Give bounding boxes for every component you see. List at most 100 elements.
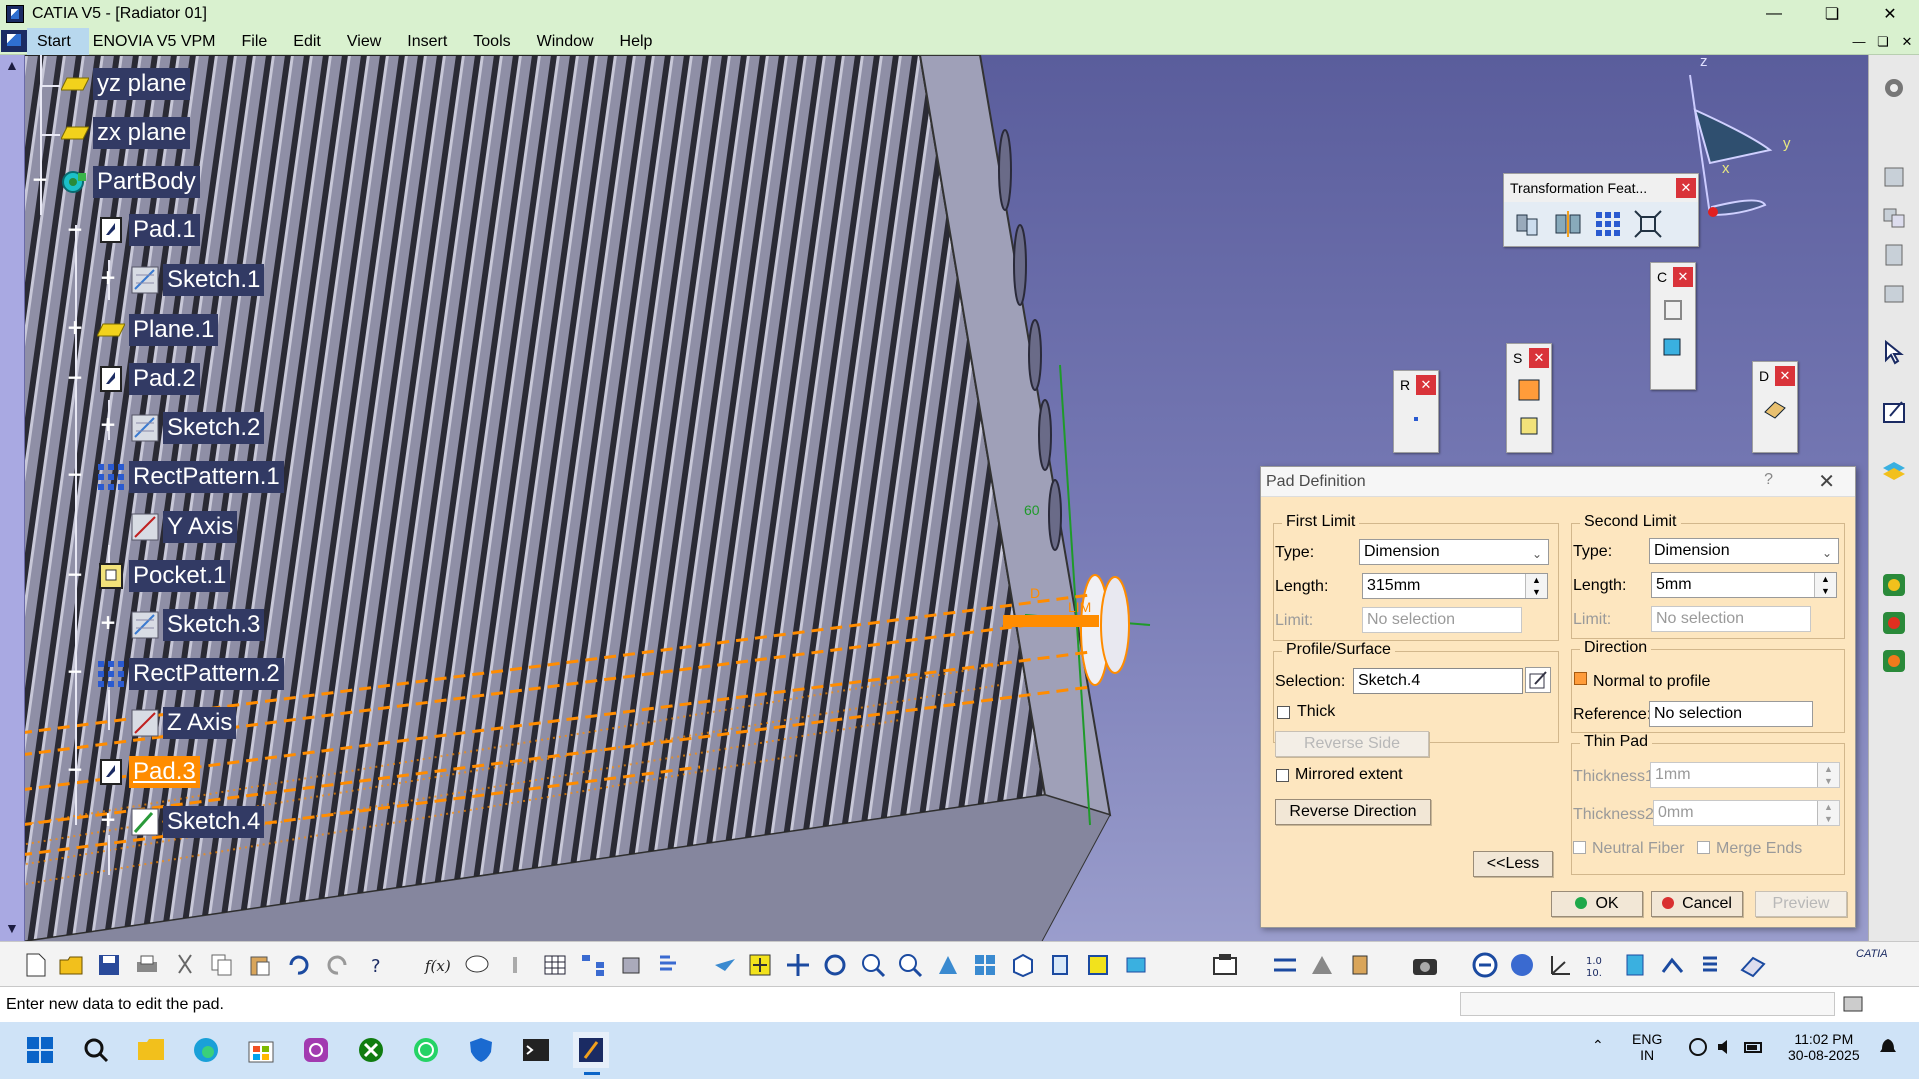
normal-to-profile-checkbox[interactable]	[1574, 672, 1587, 685]
second-type-select[interactable]: Dimension ⌄	[1649, 538, 1839, 564]
expand-sketch1-icon[interactable]: +	[99, 267, 117, 287]
close-icon[interactable]: ✕	[1775, 366, 1795, 386]
tree-item-sketch1[interactable]: Sketch.1	[130, 263, 265, 297]
windows-start-icon[interactable]	[22, 1032, 58, 1068]
doc-minimize-icon[interactable]: —	[1847, 34, 1871, 49]
sketch-edit-icon[interactable]	[1877, 395, 1911, 429]
table-icon[interactable]	[540, 950, 570, 980]
scroll-down-icon[interactable]: ▼	[5, 920, 19, 936]
multi-view-icon[interactable]	[970, 950, 1000, 980]
minimize-icon[interactable]: —	[1745, 0, 1803, 28]
copy-icon[interactable]	[207, 950, 237, 980]
pocket-tool-icon[interactable]	[1877, 606, 1911, 640]
mail-icon[interactable]	[298, 1032, 334, 1068]
cut-icon[interactable]	[170, 950, 200, 980]
tree-item-rectpattern1[interactable]: RectPattern.1	[96, 460, 284, 494]
pad-definition-dialog[interactable]: Pad Definition ? ✕ First Limit Type: Dim…	[1260, 466, 1856, 928]
reverse-side-button[interactable]: Reverse Side	[1275, 731, 1429, 757]
normal-view-icon[interactable]	[933, 950, 963, 980]
mirror-icon[interactable]	[1550, 206, 1586, 242]
sketch-based-pad-icon[interactable]	[1511, 372, 1547, 408]
restore-icon[interactable]: ❏	[1803, 0, 1861, 28]
close-icon[interactable]: ✕	[1529, 348, 1549, 368]
edge-icon[interactable]	[188, 1032, 224, 1068]
terminal-icon[interactable]	[518, 1032, 554, 1068]
menu-window[interactable]: Window	[524, 28, 607, 55]
formula-icon[interactable]: f(x)	[424, 950, 454, 980]
clock[interactable]: 11:02 PM 30-08-2025	[1788, 1031, 1860, 1063]
catalog-icon[interactable]	[1877, 276, 1911, 310]
part-design-icon[interactable]	[1877, 160, 1911, 194]
collapse-rectpattern1-icon[interactable]: −	[66, 464, 84, 484]
number-icon[interactable]: 1.0 10.	[1583, 950, 1613, 980]
collapse-pocket1-icon[interactable]: −	[66, 564, 84, 584]
second-limit-field[interactable]: No selection	[1651, 606, 1811, 632]
camera-icon[interactable]	[1410, 950, 1440, 980]
expand-plane1-icon[interactable]: +	[66, 317, 84, 337]
update-icon[interactable]	[1470, 950, 1500, 980]
tree-item-partbody[interactable]: PartBody	[60, 165, 200, 199]
volume-icon[interactable]	[1715, 1037, 1735, 1060]
reference-field[interactable]: No selection	[1649, 701, 1813, 727]
search-icon[interactable]	[78, 1032, 114, 1068]
menu-tools[interactable]: Tools	[460, 28, 523, 55]
assembly-icon[interactable]	[1877, 200, 1911, 234]
command-input[interactable]	[1460, 992, 1835, 1016]
sketch-analysis-icon[interactable]	[1307, 950, 1337, 980]
first-limit-field[interactable]: No selection	[1362, 607, 1522, 633]
ok-button[interactable]: OK	[1551, 891, 1643, 917]
catia-menu-logo-icon[interactable]	[1, 30, 27, 52]
menu-enovia[interactable]: ENOVIA V5 VPM	[89, 28, 229, 55]
print-icon[interactable]	[132, 950, 162, 980]
doc-close-icon[interactable]: ✕	[1895, 34, 1919, 50]
pan-icon[interactable]	[783, 950, 813, 980]
expand-sketch2-icon[interactable]: +	[99, 414, 117, 434]
command-icon[interactable]	[1842, 994, 1864, 1018]
hierarchy-icon[interactable]	[578, 950, 608, 980]
close-icon[interactable]: ✕	[1673, 267, 1693, 287]
tree-item-sketch4[interactable]: Sketch.4	[130, 805, 265, 839]
iso-view-icon[interactable]	[1008, 950, 1038, 980]
save-icon[interactable]	[94, 950, 124, 980]
tree-item-pocket1[interactable]: Pocket.1	[96, 559, 231, 593]
point-icon[interactable]	[1398, 399, 1434, 435]
whatsapp-icon[interactable]	[408, 1032, 444, 1068]
open-icon[interactable]	[56, 950, 86, 980]
catia-taskbar-icon[interactable]	[573, 1032, 609, 1068]
collapse-partbody-icon[interactable]: −	[31, 169, 49, 189]
menu-view[interactable]: View	[334, 28, 394, 55]
redo-icon[interactable]	[323, 950, 353, 980]
spinner-icon[interactable]: ▲ ▼	[1817, 801, 1839, 825]
collapse-pad2-icon[interactable]: −	[66, 367, 84, 387]
zoom-out-icon[interactable]	[895, 950, 925, 980]
constraint-toolbar[interactable]: C ✕	[1650, 262, 1696, 390]
close-icon[interactable]: ✕	[1416, 375, 1436, 395]
catalog-icon[interactable]	[1738, 950, 1768, 980]
fit-all-icon[interactable]	[745, 950, 775, 980]
notification-icon[interactable]	[1878, 1037, 1898, 1060]
menu-help[interactable]: Help	[607, 28, 666, 55]
menu-file[interactable]: File	[229, 28, 281, 55]
knowledge-icon[interactable]	[462, 950, 492, 980]
transformation-features-toolbar[interactable]: Transformation Feat... ✕	[1503, 173, 1699, 247]
fly-icon[interactable]	[710, 950, 740, 980]
thick-checkbox[interactable]	[1277, 706, 1290, 719]
doc-restore-icon[interactable]: ❏	[1871, 34, 1895, 50]
reference-toolbar[interactable]: R ✕	[1393, 370, 1439, 453]
gear-icon[interactable]	[1877, 71, 1911, 105]
thickness1-input[interactable]: 1mm ▲ ▼	[1650, 762, 1840, 788]
defender-icon[interactable]	[463, 1032, 499, 1068]
mirrored-extent-checkbox[interactable]	[1276, 769, 1289, 782]
first-length-input[interactable]: 315mm ▲ ▼	[1362, 573, 1548, 599]
sketch-tools-icon[interactable]	[1658, 950, 1688, 980]
tree-item-z-axis[interactable]: Z Axis	[130, 706, 237, 740]
rectangular-pattern-icon[interactable]	[1590, 206, 1626, 242]
profile-selection-field[interactable]: Sketch.4	[1353, 668, 1523, 694]
xbox-icon[interactable]	[353, 1032, 389, 1068]
paste-icon[interactable]	[245, 950, 275, 980]
tree-item-sketch2[interactable]: Sketch.2	[130, 411, 265, 445]
collapse-pad3-icon[interactable]: −	[66, 759, 84, 779]
close-icon[interactable]: ✕	[1861, 0, 1919, 28]
hide-show-icon[interactable]	[1083, 950, 1113, 980]
spinner-icon[interactable]: ▲ ▼	[1525, 574, 1547, 598]
